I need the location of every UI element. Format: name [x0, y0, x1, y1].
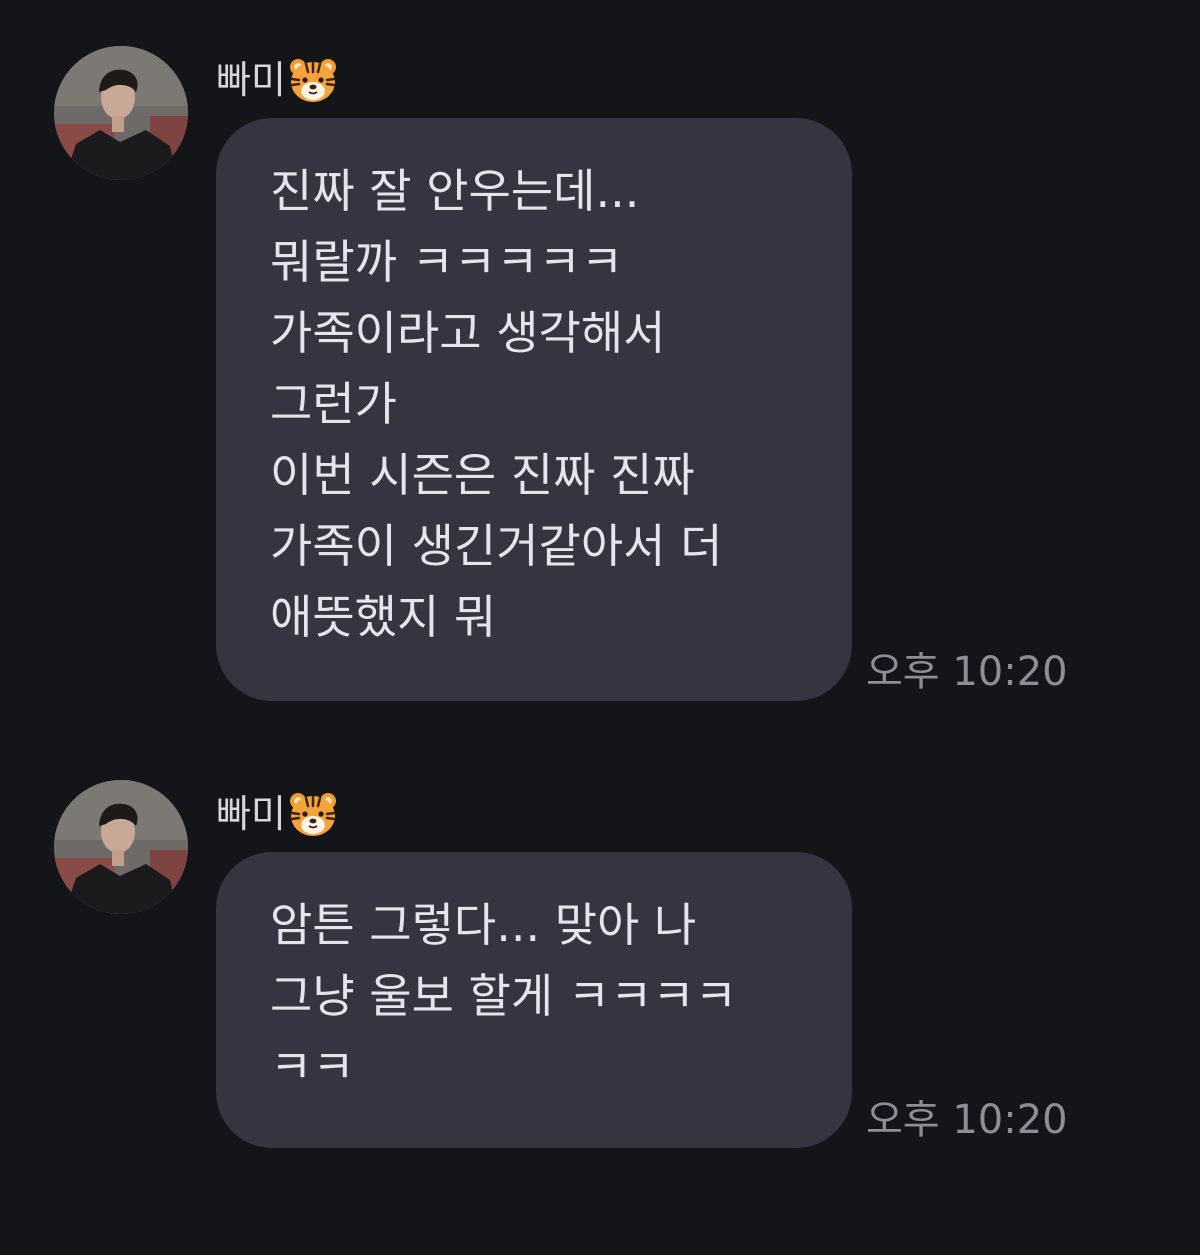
message-line: 애뜻했지 뭐 [270, 590, 497, 644]
sender-label: 빠미 [216, 786, 338, 842]
message-line: 이번 시즌은 진짜 진짜 [270, 448, 695, 502]
message-line: 가족이라고 생각해서 [270, 306, 666, 360]
sender-label: 빠미 [216, 52, 338, 108]
message-line: 그냥 울보 할게 ㅋㅋㅋㅋ [270, 969, 738, 1023]
message-timestamp: 오후 10:20 [866, 649, 1068, 695]
sender-name: 빠미 [216, 792, 286, 836]
message-timestamp: 오후 10:20 [866, 1097, 1068, 1143]
profile-photo-image [54, 780, 188, 914]
message-bubble[interactable]: 진짜 잘 안우는데... 뭐랄까 ㅋㅋㅋㅋㅋ 가족이라고 생각해서 그런가 이번… [216, 118, 852, 701]
message-line: 뭐랄까 ㅋㅋㅋㅋㅋ [270, 235, 624, 289]
message-line: ㅋㅋ [270, 1040, 355, 1094]
message-line: 가족이 생긴거같아서 더 [270, 519, 723, 573]
message-line: 그런가 [270, 377, 397, 431]
profile-photo-image [54, 46, 188, 180]
message-line: 진짜 잘 안우는데... [270, 164, 640, 218]
tiger-face-icon [288, 55, 338, 105]
tiger-face-icon [288, 789, 338, 839]
avatar[interactable] [54, 46, 188, 180]
avatar[interactable] [54, 780, 188, 914]
message-line: 암튼 그렇다... 맞아 나 [270, 898, 697, 952]
message-bubble[interactable]: 암튼 그렇다... 맞아 나 그냥 울보 할게 ㅋㅋㅋㅋ ㅋㅋ [216, 852, 852, 1148]
sender-name: 빠미 [216, 58, 286, 102]
